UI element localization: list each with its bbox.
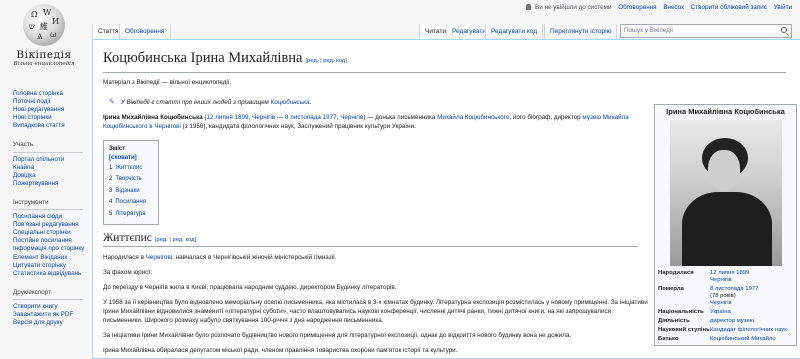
sidebar-item-page-information[interactable]: Інформація про сторінку [13,245,93,253]
sidebar-item-related-changes[interactable]: Пов'язані редагування [13,221,93,229]
paragraph: Народилася в Чернігові, навчалася в Черн… [103,254,337,262]
paragraph: За фахом юрист. [103,269,153,277]
infobox-occupation[interactable]: директор музею [710,318,754,324]
infobox-birth-date[interactable]: 12 липня 1899 [710,270,749,276]
login-link[interactable]: Увійти [774,4,792,11]
father-link[interactable]: Михайла Коцюбинського [437,114,509,121]
paragraph: У 1958 за її керівництва було відновлено… [103,299,648,325]
sidebar-item-random-article[interactable]: Випадкова стаття [13,122,93,130]
paragraph: За ініціативи Ірини Михайлівни було розп… [103,332,572,340]
talk-link[interactable]: Обговорення [618,4,656,11]
infobox-nationality[interactable]: Україна [710,309,731,315]
sidebar-tools: Інструменти Посилання сюди Пов'язані ред… [13,199,93,278]
wikipedia-logo[interactable]: ΩWИש維Ѧω Вікіпедія Вільна енциклопедія [12,4,76,67]
sidebar: Головна сторінка Поточні події Нові реда… [13,90,93,338]
infobox-row: Науковий ступінь Кандидат філологічних на… [658,326,787,333]
infobox-row: Народилася 12 липня 1899 Чернігів [658,269,750,283]
infobox-row: Померла 8 листопада 1977 (78 років) Чернігі… [658,285,759,306]
toc-item[interactable]: 5 Література [109,209,153,220]
death-place-link[interactable]: Чернігів [340,114,363,121]
tab-history[interactable]: Переглянути історію [544,24,618,39]
sidebar-item-new-pages[interactable]: Нові сторінки [13,114,93,122]
sidebar-navigation: Головна сторінка Поточні події Нові реда… [13,90,93,130]
infobox-row: Національність Україна [658,308,731,315]
sidebar-item-printable[interactable]: Версія для друку [13,319,93,327]
sidebar-print: Друк/експорт Створити книгу Завантажити … [13,289,93,327]
edit-link[interactable]: ред. [307,58,318,64]
birth-date-link[interactable]: 12 липня 1899 [207,114,249,121]
page-title: Коцюбинська Ірина Михайлівна [ред. | ред.… [103,50,786,73]
section-edit-links: [ред. | ред. код] [154,237,197,244]
sidebar-item-create-book[interactable]: Створити книгу [13,303,93,311]
section-edit-source-link[interactable]: ред. код [173,237,195,243]
sidebar-item-page-views[interactable]: Статистика відвідувань [13,270,93,278]
toc-item[interactable]: 1 Життєпис [109,163,153,174]
content: Коцюбинська Ірина Михайлівна [ред. | ред.… [92,39,800,359]
personal-tools: Ви не увійшли до системи Обговорення Вне… [521,4,792,11]
hatnote-link[interactable]: Коцюбинська [271,99,310,106]
sidebar-heading-participation: Участь [13,141,83,153]
not-logged-in-text: Ви не увійшли до системи [535,4,612,11]
infobox-title: Ірина Михайлівна Коцюбинська [666,107,785,116]
sidebar-item-main-page[interactable]: Головна сторінка [13,90,93,98]
globe-icon: ΩWИש維Ѧω [23,4,65,46]
infobox-death-date[interactable]: 8 листопада 1977 [710,286,758,292]
site-sub: Матеріал з Вікіпедії — вільної енциклопе… [103,79,232,86]
tab-talk[interactable]: Обговорення [119,24,171,39]
infobox-table: Народилася 12 липня 1899 Чернігів Померла 8… [658,270,793,345]
birth-place-link[interactable]: Чернігів [252,114,275,121]
title-edit-links: [ред. | ред. код] [305,58,347,64]
sidebar-item-donate[interactable]: Пожертвування [13,180,93,188]
chernihiv-link[interactable]: Чернігові [146,254,172,261]
infobox-row: Діяльність директор музею [658,317,755,324]
search-input[interactable]: Пошук у Вікіпедії [620,24,792,38]
page-title-text: Коцюбинська Ірина Михайлівна [103,50,303,66]
sidebar-item-wikidata-item[interactable]: Елемент Вікіданих [13,254,93,262]
infobox-degree[interactable]: Кандидат філологічних наук [710,327,787,333]
sidebar-heading-print: Друк/експорт [13,289,83,300]
sidebar-item-village-pump[interactable]: Кнайпа [13,164,93,172]
toc-item[interactable]: 4 Посилання [109,197,153,208]
toc-item[interactable]: 2 Творчість [109,174,153,185]
death-date-link[interactable]: 8 листопада 1977 [285,114,337,121]
paragraph: Ірина Михайлівна обиралася депутатом міс… [103,347,458,355]
tab-edit-source[interactable]: Редагувати код [485,24,543,39]
sidebar-item-help[interactable]: Довідка [13,172,93,180]
lead-paragraph: Ірина Михайлівна Коцюбинська (12 липня 1… [103,114,629,130]
infobox: Ірина Михайлівна Коцюбинська Народилася 1… [654,104,797,346]
infobox-birth-place[interactable]: Чернігів [710,277,732,283]
infobox-death-place[interactable]: Чернігів [710,300,732,306]
portrait-image[interactable] [669,119,782,266]
logo-tagline: Вільна енциклопедія [13,61,75,67]
section-heading: Життєпис [ред. | ред. код] [103,232,638,248]
disambiguation-icon: ✎ [109,99,115,106]
sidebar-item-current-events[interactable]: Поточні події [13,98,93,106]
sidebar-item-community-portal[interactable]: Портал спільноти [13,156,93,164]
toc-title: Зміст [сховати] [109,146,137,161]
sidebar-heading-tools: Інструменти [13,199,83,211]
sidebar-participation: Участь Портал спільноти Кнайпа Довідка П… [13,141,93,187]
logo-wordmark: Вікіпедія [16,49,72,61]
section-edit-link[interactable]: ред. [156,237,167,243]
infobox-row: Батько Коцюбинський Михайло [658,335,776,342]
sidebar-item-what-links-here[interactable]: Посилання сюди [13,213,93,221]
search-placeholder: Пошук у Вікіпедії [624,27,673,34]
toc-hide-link[interactable]: [сховати] [109,155,137,161]
table-of-contents: Зміст [сховати] 1 Життєпис 2 Творчість 3 Ві… [103,140,159,226]
create-account-link[interactable]: Створити обліковий запис [691,4,767,11]
user-icon [526,4,532,10]
edit-source-link[interactable]: ред. код [323,58,345,64]
sidebar-item-cite-page[interactable]: Цитувати сторінку [13,262,93,270]
paragraph: До переїзду в Чернігів жила в Києві, пра… [103,284,397,292]
infobox-father[interactable]: Коцюбинський Михайло [710,336,776,342]
contributions-link[interactable]: Внесок [663,4,684,11]
sidebar-item-download-pdf[interactable]: Завантажити як PDF [13,311,93,319]
toc-item[interactable]: 3 Відзнаки [109,186,153,197]
search-icon[interactable] [781,27,787,33]
